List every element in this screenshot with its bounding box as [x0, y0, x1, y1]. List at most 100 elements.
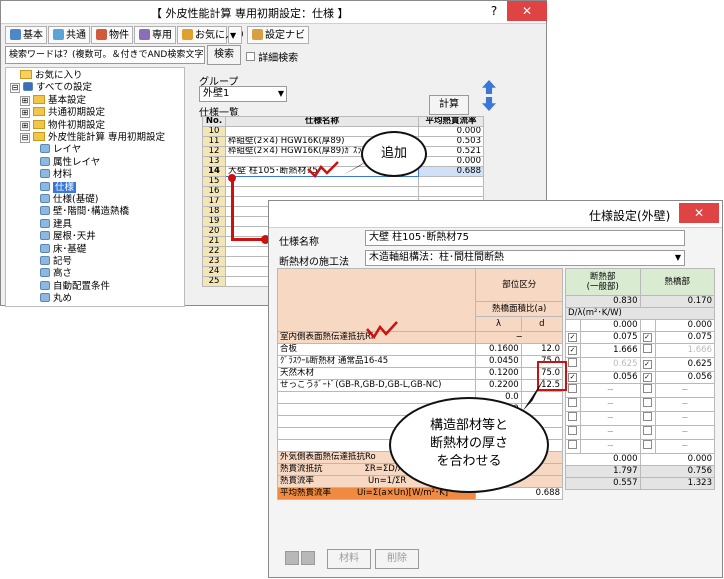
tree-toggle-icon[interactable]: ⊞	[20, 120, 30, 131]
table-row[interactable]: 16	[202, 186, 484, 197]
dialog-close-button[interactable]: ✕	[679, 203, 719, 223]
layer-lambda[interactable]: 0.1600	[475, 343, 522, 356]
value-check-1[interactable]: ✓	[565, 371, 581, 384]
tree-item[interactable]: レイヤ	[40, 144, 81, 156]
netsukyo-checkbox[interactable]	[642, 344, 652, 353]
layer-row[interactable]: 天然木材 0.1200 75.0	[276, 367, 564, 380]
netsukyo-checkbox[interactable]	[642, 412, 652, 421]
up-square-button[interactable]	[285, 551, 299, 565]
table-row[interactable]: 10 0.000	[202, 126, 484, 137]
layer-name[interactable]: 合板	[276, 343, 477, 356]
netsukyo-checkbox[interactable]	[642, 440, 652, 449]
value-check-2[interactable]	[639, 411, 656, 426]
tree-toggle-icon[interactable]: ⊞	[20, 95, 30, 106]
netsukyo-checkbox[interactable]	[642, 398, 652, 407]
value-check-1[interactable]: ✓	[565, 331, 581, 344]
tree-item[interactable]: 材料	[40, 169, 72, 181]
move-up-icon[interactable]	[482, 80, 496, 94]
down-square-button[interactable]	[301, 551, 315, 565]
group-select[interactable]: 外壁1 ▼	[199, 86, 287, 102]
value-check-2[interactable]: ✓	[639, 331, 656, 344]
dannetsu-checkbox[interactable]: ✓	[568, 346, 577, 355]
value-check-2[interactable]: ✓	[639, 371, 656, 384]
table-row[interactable]: 13 0.000	[202, 156, 484, 167]
netsukyo-checkbox[interactable]: ✓	[642, 373, 652, 382]
value-row[interactable]: ✓ 0.056 ✓ 0.056	[565, 371, 715, 384]
layer-d[interactable]: 12.0	[520, 343, 564, 356]
dannetsu-checkbox[interactable]: ✓	[568, 373, 577, 382]
value-check-1[interactable]	[565, 425, 581, 440]
value-row[interactable]: − −	[565, 425, 715, 440]
value-check-1[interactable]	[565, 319, 581, 332]
value-check-1[interactable]	[565, 383, 581, 398]
value-row[interactable]: ✓ 0.075 ✓ 0.075	[565, 331, 715, 344]
move-down-icon[interactable]	[482, 97, 496, 111]
tree-item[interactable]: 床･基礎	[40, 243, 86, 256]
netsukyo-checkbox[interactable]: ✓	[642, 333, 652, 342]
value-row[interactable]: − −	[565, 439, 715, 454]
value-check-1[interactable]: ✓	[565, 343, 581, 358]
layer-lambda[interactable]: 0.2200	[475, 379, 522, 392]
help-button[interactable]: ?	[481, 1, 507, 21]
row-name[interactable]	[225, 186, 419, 197]
value-check-1[interactable]	[565, 439, 581, 454]
table-row[interactable]: 14 大壁 柱105･断熱材75 0.688	[202, 166, 484, 177]
okiniiri-button[interactable]: お気に入り	[177, 26, 245, 44]
senyo-button[interactable]: 専用	[134, 26, 176, 44]
value-check-2[interactable]: ✓	[639, 357, 656, 372]
tree-item[interactable]: ⊞ 基本設定	[20, 94, 86, 107]
search-input[interactable]: 検索ワードは？(複数可。＆付きでAND検索文字)	[5, 46, 205, 64]
value-row[interactable]: ✓ 1.666 1.666	[565, 343, 715, 358]
settings-tree[interactable]: お気に入り ⊟ すべての設定 ⊞ 基本設定 ⊞ 共通初期設定 ⊞ 物件初期設定 ⊟ 外皮性能計算 専…	[5, 67, 185, 307]
delete-button[interactable]: 削除	[375, 549, 419, 569]
value-row[interactable]: 0.000 0.000	[565, 319, 715, 332]
value-check-2[interactable]	[639, 425, 656, 440]
tree-item[interactable]: ⊟ すべての設定	[10, 82, 92, 94]
spec-name-input[interactable]: 大壁 柱105･断熱材75	[365, 230, 685, 246]
layer-row[interactable]: ｸﾞﾗｽｳｰﾙ断熱材 通常品16-45 0.0450 75.0	[276, 355, 564, 368]
dannetsu-checkbox[interactable]	[568, 440, 577, 449]
tree-item[interactable]: ⊞ 共通初期設定	[20, 107, 105, 119]
tree-item[interactable]: 建具	[40, 218, 72, 231]
value-check-2[interactable]	[639, 383, 656, 398]
dannetsu-checkbox[interactable]	[568, 384, 577, 393]
value-check-2[interactable]	[639, 343, 656, 358]
value-check-1[interactable]	[565, 397, 581, 412]
layer-row[interactable]: 0.0	[276, 391, 564, 404]
value-table[interactable]: 断熱部 (一般部) 熱橋部 0.830 0.170 D/λ(m²･K/W) 0.000 0.…	[565, 268, 715, 490]
bukken-button[interactable]: 物件	[91, 26, 133, 44]
dannetsu-checkbox[interactable]	[568, 426, 577, 435]
table-row[interactable]: 12 枠組壁(2×4) HGW16K(厚89)ｶﾞｽﾗ 0.521	[202, 146, 484, 157]
close-button[interactable]: ✕	[507, 1, 547, 21]
tree-item[interactable]: 高さ	[40, 268, 72, 280]
tree-item[interactable]: 屋根･天井	[40, 231, 96, 243]
tree-toggle-icon[interactable]: ⊞	[20, 108, 30, 119]
material-button[interactable]: 材料	[327, 549, 371, 569]
tree-item[interactable]: 記号	[40, 256, 72, 268]
layer-name[interactable]: せっこうﾎﾞｰﾄﾞ(GB-R,GB-D,GB-L,GB-NC)	[276, 379, 477, 392]
dannetsu-checkbox[interactable]	[568, 398, 577, 407]
netsukyo-checkbox[interactable]: ✓	[642, 360, 652, 369]
layer-name[interactable]: 天然木材	[276, 367, 477, 380]
dannetsu-checkbox[interactable]	[568, 358, 577, 367]
navi-button[interactable]: 設定ナビ	[247, 26, 309, 44]
netsukyo-checkbox[interactable]	[642, 384, 652, 393]
tree-item[interactable]: 自動配置条件	[40, 280, 110, 293]
value-check-1[interactable]	[565, 411, 581, 426]
tree-item[interactable]: 壁･階間･構造熱橋	[40, 206, 129, 218]
detail-search-toggle[interactable]: 詳細検索	[246, 49, 298, 64]
tree-item[interactable]: ⊞ 物件初期設定	[20, 119, 105, 132]
tree-toggle-icon[interactable]: ⊟	[20, 133, 30, 143]
value-row[interactable]: 0.625 ✓ 0.625	[565, 357, 715, 372]
kyotsu-button[interactable]: 共通	[48, 26, 90, 44]
value-check-2[interactable]	[639, 397, 656, 412]
calc-button[interactable]: 計算	[429, 95, 469, 115]
table-row[interactable]: 11 枠組壁(2×4) HGW16K(厚89) 0.503	[202, 136, 484, 147]
dannetsu-checkbox[interactable]	[568, 412, 577, 421]
tree-item[interactable]: 属性レイヤ	[40, 156, 100, 169]
layer-lambda[interactable]: 0.0450	[475, 355, 522, 368]
layer-name[interactable]: ｸﾞﾗｽｳｰﾙ断熱材 通常品16-45	[276, 355, 477, 368]
netsukyo-checkbox[interactable]	[642, 426, 652, 435]
layer-d[interactable]	[520, 391, 564, 404]
method-select[interactable]: 木造軸組構法：柱･間柱間断熱 ▼	[365, 250, 685, 266]
